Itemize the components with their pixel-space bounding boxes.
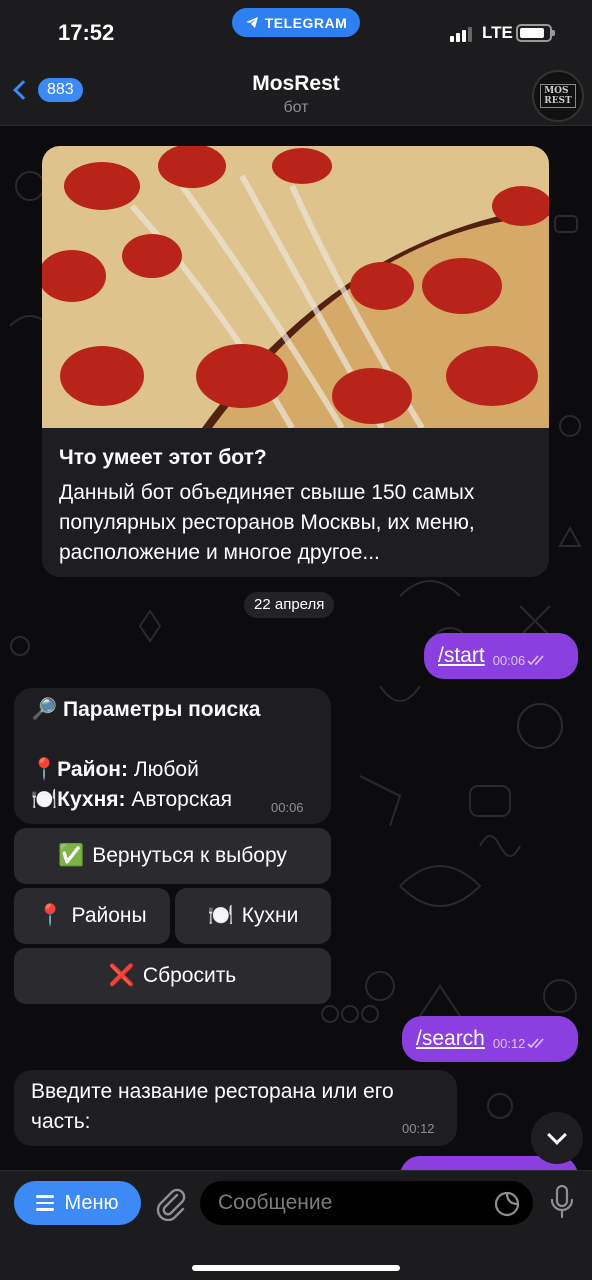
message-time: 00:12 — [492, 1035, 526, 1051]
home-indicator — [192, 1265, 400, 1271]
message-meta: 00:12 — [493, 1036, 548, 1051]
composer-bar: Меню — [0, 1170, 592, 1280]
message-meta: 00:06 — [493, 653, 548, 668]
message-time: 00:06 — [271, 800, 304, 815]
chat-header: 883 MosRest бот MOS REST — [0, 62, 592, 126]
hamburger-icon — [36, 1195, 55, 1211]
app-pill-label: TELEGRAM — [264, 14, 348, 31]
avatar-logo: MOS REST — [540, 84, 576, 108]
district-label: Район: — [57, 758, 128, 781]
menu-label: Меню — [64, 1191, 119, 1214]
search-parameters-message: 🔎 Параметры поиска 📍Район: Любой 🍽️Кухня… — [14, 688, 331, 824]
message-time: 00:06 — [492, 652, 526, 668]
chat-title[interactable]: MosRest — [0, 72, 592, 96]
date-divider: 22 апреля — [244, 592, 335, 618]
plate-icon: 🍽️ — [31, 788, 58, 811]
reset-button[interactable]: ❌ Сбросить — [14, 948, 331, 1004]
check-icon: ✅ — [58, 844, 85, 867]
message-time: 00:12 — [402, 1121, 435, 1136]
district-line: 📍Район: Любой — [31, 758, 199, 782]
bot-avatar[interactable]: MOS REST — [532, 70, 584, 122]
search-params-title: 🔎 Параметры поиска — [31, 698, 260, 722]
microphone-icon[interactable] — [549, 1184, 575, 1220]
avatar-logo-line2: REST — [544, 96, 572, 106]
reset-label: Сбросить — [142, 964, 237, 987]
pizza-image — [42, 146, 549, 428]
outgoing-message-search[interactable]: /search 00:12 — [402, 1016, 578, 1062]
status-bar: 17:52 TELEGRAM LTE — [0, 0, 592, 62]
districts-label: Районы — [71, 904, 147, 927]
avatar-logo-line1: MOS — [544, 86, 569, 96]
prompt-message: Введите название ресторана или его часть… — [14, 1070, 457, 1146]
scroll-to-bottom-button[interactable] — [531, 1112, 583, 1164]
cuisine-label: Кухня: — [57, 788, 126, 811]
cuisines-label: Кухни — [241, 904, 299, 927]
chat-subtitle: бот — [283, 99, 309, 116]
chevron-down-icon — [547, 1125, 567, 1145]
cuisine-line: 🍽️Кухня: Авторская — [31, 788, 232, 812]
start-command-link[interactable]: /start — [438, 644, 485, 668]
sticker-icon[interactable] — [494, 1191, 520, 1217]
plate-icon: 🍽️ — [207, 904, 234, 927]
double-check-icon — [527, 1037, 545, 1048]
network-label: LTE — [482, 23, 513, 42]
district-value: Любой — [133, 758, 199, 781]
telegram-icon — [245, 17, 258, 28]
cuisines-button[interactable]: 🍽️ Кухни — [175, 888, 331, 944]
signal-icon — [450, 27, 472, 42]
return-to-telegram-pill[interactable]: TELEGRAM — [232, 8, 360, 37]
search-params-title-text: Параметры поиска — [63, 698, 261, 721]
pin-icon: 📍 — [37, 904, 64, 927]
cross-icon: ❌ — [108, 964, 135, 987]
magnifier-icon: 🔎 — [31, 698, 58, 721]
bot-menu-button[interactable]: Меню — [14, 1181, 141, 1225]
intro-card-title: Что умеет этот бот? — [59, 446, 267, 469]
cuisine-value: Авторская — [131, 788, 233, 811]
outgoing-message-start[interactable]: /start 00:06 — [424, 633, 578, 679]
bot-intro-card: Что умеет этот бот? Данный бот объединяе… — [42, 146, 549, 577]
paperclip-icon[interactable] — [155, 1185, 187, 1221]
prompt-line-2: часть: — [31, 1110, 91, 1133]
back-to-choice-label: Вернуться к выбору — [92, 844, 287, 867]
message-input[interactable] — [200, 1181, 533, 1225]
pin-icon: 📍 — [31, 758, 58, 781]
battery-icon — [516, 24, 555, 42]
chat-screen: 17:52 TELEGRAM LTE 883 MosRest бот MOS RE… — [0, 0, 592, 1280]
status-time: 17:52 — [58, 20, 115, 45]
back-to-choice-button[interactable]: ✅ Вернуться к выбору — [14, 828, 331, 884]
districts-button[interactable]: 📍 Районы — [14, 888, 170, 944]
intro-card-text: Данный бот объединяет свыше 150 самых по… — [59, 481, 475, 564]
search-command-link[interactable]: /search — [416, 1027, 485, 1051]
prompt-line-1: Введите название ресторана или его — [31, 1080, 394, 1103]
double-check-icon — [527, 654, 544, 665]
